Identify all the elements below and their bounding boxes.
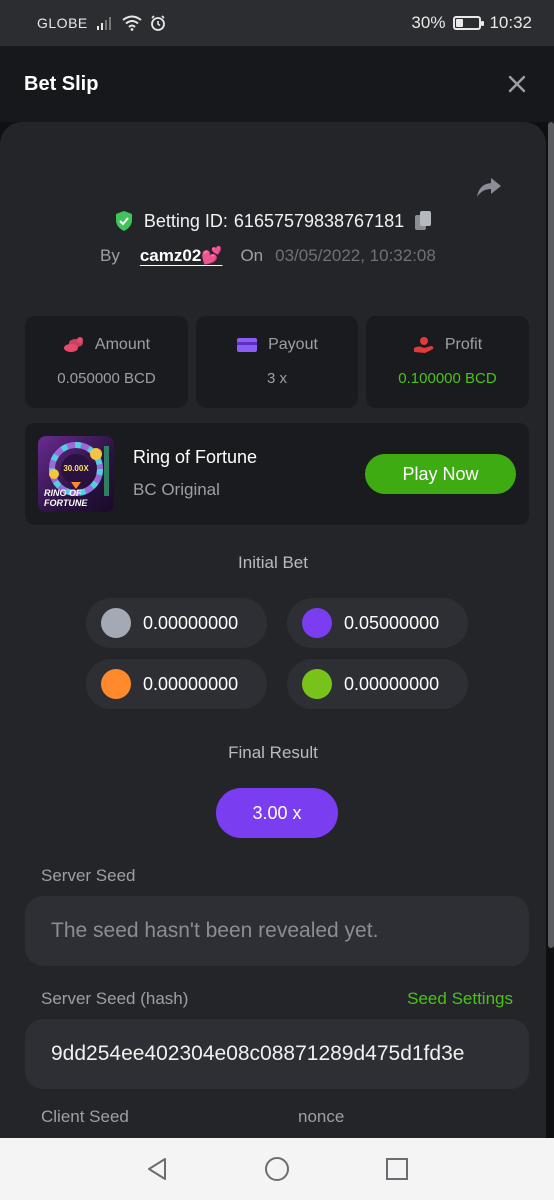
verified-shield-icon xyxy=(115,211,132,231)
home-circle-icon xyxy=(265,1157,289,1181)
recents-square-icon xyxy=(386,1158,408,1180)
purple-chip-icon xyxy=(302,608,332,638)
game-card: 30.00X RING OF FORTUNE Ring of Fortune B… xyxy=(25,423,529,525)
battery-fill xyxy=(456,19,464,27)
share-icon xyxy=(477,178,501,197)
bet-value: 0.00000000 xyxy=(344,673,440,694)
battery-icon xyxy=(453,16,485,30)
status-right: 30% 10:32 xyxy=(411,13,532,33)
gray-chip-icon xyxy=(101,608,131,638)
stat-profit-label: Profit xyxy=(444,336,483,353)
hand-coin-icon xyxy=(413,337,434,353)
stat-profit-value: 0.100000 BCD xyxy=(398,370,497,387)
back-triangle-icon xyxy=(148,1158,166,1180)
thumb-multiplier: 30.00X xyxy=(63,464,89,473)
scrollbar[interactable] xyxy=(548,122,554,948)
battery-percent: 30% xyxy=(411,13,446,32)
final-result-title: Final Result xyxy=(228,743,318,762)
close-icon xyxy=(508,75,526,93)
bet-pill-orange: 0.00000000 xyxy=(86,659,267,709)
signal-icon xyxy=(96,17,111,30)
modal-header: Bet Slip xyxy=(0,46,554,122)
bet-value: 0.00000000 xyxy=(143,612,239,633)
card-icon xyxy=(237,338,258,352)
bet-pill-gray: 0.00000000 xyxy=(86,598,267,648)
home-button[interactable] xyxy=(262,1154,292,1184)
server-hash-label: Server Seed (hash) xyxy=(41,989,189,1008)
recents-button[interactable] xyxy=(382,1154,412,1184)
betting-id-row: Betting ID: 61657579838767181 xyxy=(0,210,546,232)
bet-datetime: 03/05/2022, 10:32:08 xyxy=(275,246,436,265)
bet-pill-purple: 0.05000000 xyxy=(287,598,468,648)
final-result-badge: 3.00 x xyxy=(216,788,338,838)
green-chip-icon xyxy=(302,669,332,699)
game-subtitle: BC Original xyxy=(133,480,220,499)
ring-of-fortune-artwork: 30.00X RING OF FORTUNE xyxy=(44,442,109,508)
carrier-name: GLOBE xyxy=(37,15,88,31)
clock: 10:32 xyxy=(489,13,532,32)
server-seed-field[interactable]: The seed hasn't been revealed yet. xyxy=(25,896,529,966)
game-thumbnail[interactable]: 30.00X RING OF FORTUNE xyxy=(38,436,114,512)
thumb-logo-bottom: FORTUNE xyxy=(44,498,88,508)
alarm-icon xyxy=(150,15,165,31)
stat-payout-value: 3 x xyxy=(266,370,287,387)
username-link[interactable]: camz02💕 xyxy=(140,246,223,266)
back-button[interactable] xyxy=(142,1154,172,1184)
orange-chip-icon xyxy=(101,669,131,699)
stat-amount-value: 0.050000 BCD xyxy=(57,370,156,387)
stat-amount: Amount 0.050000 BCD xyxy=(25,316,188,408)
game-name: Ring of Fortune xyxy=(133,447,258,467)
stat-amount-head: Amount xyxy=(63,336,150,354)
betting-id-value: 61657579838767181 xyxy=(233,210,405,231)
bet-value: 0.05000000 xyxy=(344,612,440,633)
client-seed-label: Client Seed xyxy=(41,1107,129,1126)
status-bar: GLOBE 30% 10:32 xyxy=(0,0,554,46)
thumb-logo-top: RING OF xyxy=(44,488,82,498)
system-nav-bar xyxy=(0,1138,554,1200)
server-seed-label: Server Seed xyxy=(41,866,136,885)
stat-profit: Profit 0.100000 BCD xyxy=(366,316,529,408)
wifi-icon xyxy=(122,15,142,31)
stat-profit-head: Profit xyxy=(413,336,482,354)
stat-amount-label: Amount xyxy=(94,336,151,353)
server-hash-field[interactable]: 9dd254ee402304e08c08871289d475d1fd3e xyxy=(25,1019,529,1089)
page-title: Bet Slip xyxy=(24,72,99,95)
initial-bet-title: Initial Bet xyxy=(238,553,308,572)
stat-payout-head: Payout xyxy=(236,336,318,354)
close-button[interactable] xyxy=(504,71,530,97)
nonce-label: nonce xyxy=(298,1107,345,1126)
bet-value: 0.00000000 xyxy=(143,673,239,694)
by-label: By xyxy=(100,246,120,265)
copy-icon[interactable] xyxy=(414,210,432,232)
coin-stack-icon xyxy=(63,337,83,352)
share-button[interactable] xyxy=(474,172,504,202)
seed-settings-link[interactable]: Seed Settings xyxy=(407,989,513,1009)
stat-payout-label: Payout xyxy=(268,336,318,353)
status-left: GLOBE xyxy=(37,15,166,31)
author-row: By camz02💕 On 03/05/2022, 10:32:08 xyxy=(100,246,436,266)
betting-id-label: Betting ID: xyxy=(143,210,228,231)
bet-pill-green: 0.00000000 xyxy=(287,659,468,709)
on-label: On xyxy=(240,246,264,265)
stat-payout: Payout 3 x xyxy=(196,316,358,408)
play-now-button[interactable]: Play Now xyxy=(365,454,516,494)
